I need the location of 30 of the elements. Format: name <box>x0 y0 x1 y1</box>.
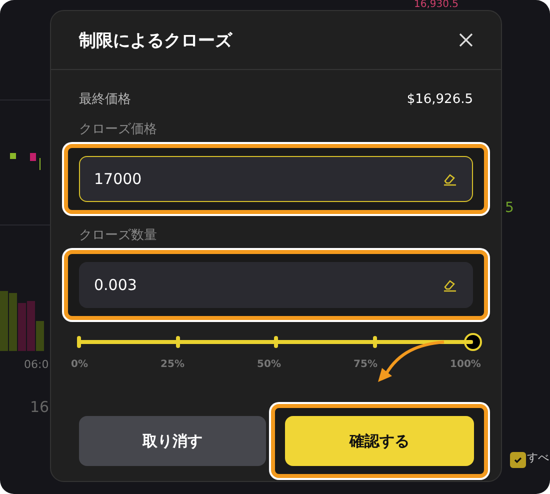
check-icon <box>513 455 523 465</box>
slider-mark: 0% <box>71 359 88 370</box>
price-label: 16 <box>30 398 50 416</box>
confirm-button[interactable]: 確認する <box>285 416 474 466</box>
input-field[interactable]: 0.003 <box>79 262 473 308</box>
slider-tick <box>176 336 180 348</box>
filter-label: すべ <box>527 450 549 465</box>
slider-mark: 50% <box>257 359 281 370</box>
cancel-button[interactable]: 取り消す <box>79 416 266 466</box>
field-label: クローズ価格 <box>79 121 158 138</box>
price-label: 5 <box>505 200 514 216</box>
slider-thumb[interactable] <box>464 333 482 351</box>
eraser-icon[interactable] <box>443 172 457 186</box>
eraser-icon[interactable] <box>443 278 457 292</box>
last-price-label: 最終価格 <box>79 91 131 108</box>
field-label: クローズ数量 <box>79 227 158 244</box>
slider-tick <box>372 336 376 348</box>
slider-mark: 100% <box>450 359 481 370</box>
slider-mark: 25% <box>160 359 184 370</box>
checkbox[interactable] <box>510 452 526 468</box>
slider-tick <box>77 336 81 348</box>
close-icon[interactable] <box>457 31 475 49</box>
candle <box>30 153 36 161</box>
slider-tick <box>274 336 278 348</box>
dialog-title: 制限によるクローズ <box>79 30 232 52</box>
slider-mark: 75% <box>354 359 378 370</box>
candle <box>10 153 16 159</box>
last-price-value: $16,926.5 <box>406 92 473 106</box>
input-field[interactable]: 17000 <box>79 156 473 202</box>
time-label: 06:0 <box>24 358 49 371</box>
